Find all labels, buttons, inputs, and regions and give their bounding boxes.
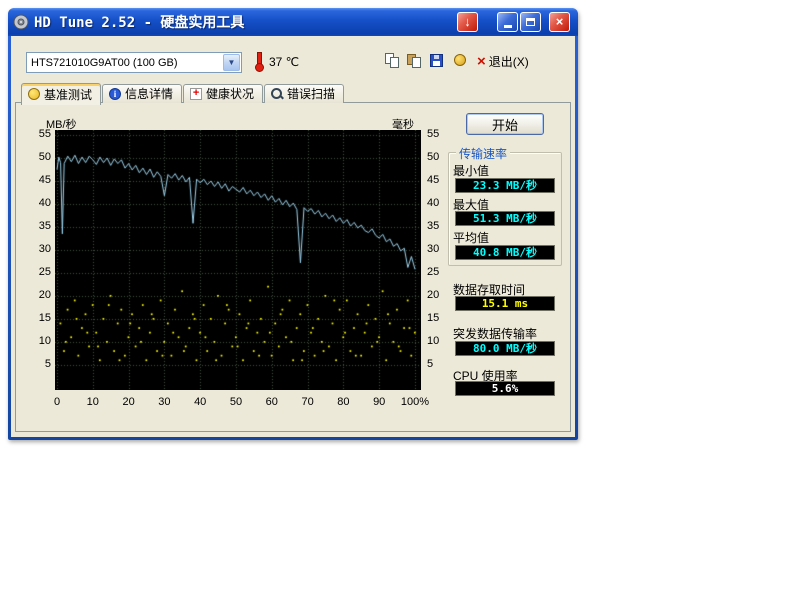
window-body: HTS721010G9AT00 (100 GB) ▼ 37 ℃ × 退出(X) [11, 36, 575, 437]
y-tick-right: 55 [427, 128, 453, 140]
maximize-button[interactable] [520, 12, 541, 32]
x-tick: 60 [257, 396, 287, 408]
y-tick-right: 20 [427, 289, 453, 301]
x-tick: 100% [400, 396, 430, 408]
copy-text-icon[interactable] [405, 52, 425, 70]
options-icon[interactable] [451, 52, 471, 70]
y-tick-left: 20 [27, 289, 51, 301]
max-value: 51.3 MB/秒 [455, 211, 555, 226]
titlebar[interactable]: HD Tune 2.52 - 硬盘实用工具 ↓ × [8, 8, 578, 36]
tab-label: 健康状况 [206, 85, 254, 102]
save-screenshot-icon[interactable] [427, 52, 447, 70]
transfer-rate-group-title: 传输速率 [456, 145, 510, 162]
exit-x-icon: × [477, 55, 486, 69]
y-tick-left: 40 [27, 197, 51, 209]
exit-button[interactable]: × 退出(X) [477, 53, 529, 70]
window-title: HD Tune 2.52 - 硬盘实用工具 [34, 12, 244, 32]
burst-rate-label: 突发数据传输率 [453, 325, 537, 342]
hd-tune-window: HD Tune 2.52 - 硬盘实用工具 ↓ × HTS721010G9AT0… [8, 8, 578, 440]
page-shape [390, 57, 399, 68]
x-tick: 10 [78, 396, 108, 408]
tab-benchmark[interactable]: 基准测试 [21, 83, 101, 105]
y-tick-left: 50 [27, 151, 51, 163]
tab-label: 基准测试 [44, 86, 92, 103]
cpu-usage-value: 5.6% [455, 381, 555, 396]
y-tick-left: 15 [27, 312, 51, 324]
tab-health[interactable]: + 健康状况 [183, 84, 263, 103]
exit-label: 退出(X) [489, 53, 529, 70]
tab-info[interactable]: i 信息详情 [102, 84, 182, 103]
y-tick-right: 5 [427, 358, 453, 370]
x-tick: 90 [364, 396, 394, 408]
page-shape [412, 57, 421, 68]
x-tick: 40 [185, 396, 215, 408]
close-button[interactable]: × [549, 12, 570, 32]
tab-error-scan[interactable]: 错误扫描 [264, 84, 344, 103]
health-icon: + [190, 88, 202, 100]
drive-select-dropdown[interactable]: HTS721010G9AT00 (100 GB) ▼ [26, 52, 242, 73]
y-tick-left: 35 [27, 220, 51, 232]
floppy-shape [430, 54, 443, 67]
info-icon: i [109, 88, 121, 100]
minimize-button[interactable] [497, 12, 518, 32]
thermometer-icon [254, 51, 263, 72]
y-tick-right: 25 [427, 266, 453, 278]
y-tick-left: 10 [27, 335, 51, 347]
maximize-icon [526, 18, 535, 26]
x-tick: 20 [114, 396, 144, 408]
min-label: 最小值 [453, 162, 489, 179]
x-tick: 0 [42, 396, 72, 408]
y-tick-right: 10 [427, 335, 453, 347]
tab-label: 错误扫描 [287, 85, 335, 102]
y-tick-left: 55 [27, 128, 51, 140]
benchmark-icon [28, 88, 40, 100]
tab-strip: 基准测试 i 信息详情 + 健康状况 错误扫描 [21, 83, 345, 103]
access-time-value: 15.1 ms [455, 296, 555, 311]
copy-screenshot-icon[interactable] [383, 52, 403, 70]
app-icon [13, 14, 29, 30]
x-tick: 50 [221, 396, 251, 408]
temperature-value: 37 ℃ [269, 55, 299, 69]
avg-label: 平均值 [453, 229, 489, 246]
y-tick-right: 15 [427, 312, 453, 324]
y-tick-left: 25 [27, 266, 51, 278]
options-shape [454, 54, 466, 66]
start-button[interactable]: 开始 [466, 113, 544, 135]
y-tick-left: 30 [27, 243, 51, 255]
avg-value: 40.8 MB/秒 [455, 245, 555, 260]
y-tick-left: 5 [27, 358, 51, 370]
benchmark-chart: 5550454035302520151055550454035302520151… [55, 130, 421, 390]
burst-rate-value: 80.0 MB/秒 [455, 341, 555, 356]
min-value: 23.3 MB/秒 [455, 178, 555, 193]
chart-canvas [55, 130, 421, 390]
dropdown-arrow-icon[interactable]: ▼ [223, 54, 240, 71]
minimize-icon [504, 25, 512, 28]
x-tick: 30 [149, 396, 179, 408]
scan-icon [271, 88, 283, 100]
y-tick-left: 45 [27, 174, 51, 186]
benchmark-panel: MB/秒 毫秒 55504540353025201510555504540353… [15, 102, 571, 432]
drive-select-value: HTS721010G9AT00 (100 GB) [27, 57, 223, 69]
tab-label: 信息详情 [125, 85, 173, 102]
update-button[interactable]: ↓ [457, 12, 478, 32]
x-tick: 70 [293, 396, 323, 408]
x-tick: 80 [328, 396, 358, 408]
